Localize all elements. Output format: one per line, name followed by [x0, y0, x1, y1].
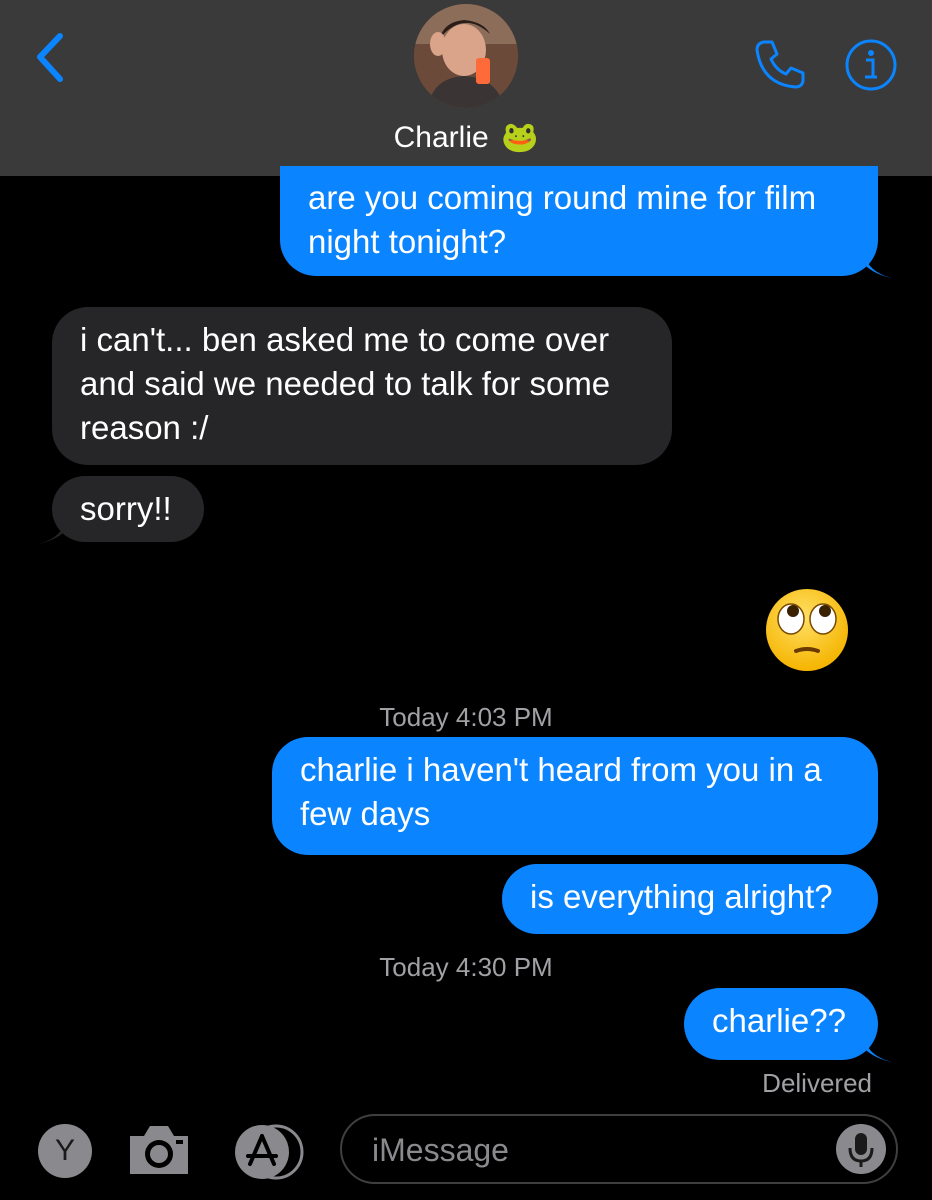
message-text: charlie?? [712, 1002, 846, 1039]
message-text: i can't... ben asked me to come over and… [80, 321, 611, 446]
message-text: sorry!! [80, 490, 172, 527]
bubble-tail [862, 1032, 892, 1062]
contact-avatar[interactable] [414, 4, 518, 108]
conversation-header: Charlie 🐸 [0, 0, 932, 176]
message-text: charlie i haven't heard from you in a fe… [300, 751, 822, 832]
incoming-message[interactable]: sorry!! [38, 476, 204, 544]
contact-name-text: Charlie [393, 121, 489, 154]
frog-emoji: 🐸 [501, 121, 539, 154]
app-store-icon[interactable] [232, 1124, 310, 1180]
bubble-tail [38, 514, 68, 544]
back-chevron-icon[interactable] [30, 30, 70, 85]
timestamp: Today 4:30 PM [379, 952, 553, 982]
message-text: is everything alright? [530, 878, 833, 915]
microphone-icon[interactable] [836, 1124, 886, 1174]
y-app-button[interactable]: Y [38, 1124, 92, 1178]
message-text: are you coming round mine for film night… [308, 179, 817, 260]
phone-icon[interactable] [752, 36, 808, 92]
bubble-tail [862, 248, 892, 278]
delivery-status: Delivered [762, 1068, 872, 1098]
message-input[interactable]: iMessage [340, 1114, 898, 1184]
info-icon[interactable] [844, 38, 898, 92]
incoming-message[interactable]: i can't... ben asked me to come over and… [52, 307, 672, 465]
outgoing-message[interactable]: charlie i haven't heard from you in a fe… [272, 737, 878, 855]
face-with-rolling-eyes-icon[interactable] [764, 587, 850, 673]
message-input-placeholder: iMessage [372, 1132, 509, 1168]
camera-icon[interactable] [126, 1122, 192, 1178]
contact-name[interactable]: Charlie 🐸 [0, 120, 932, 155]
timestamp: Today 4:03 PM [379, 702, 553, 732]
outgoing-message[interactable]: charlie?? [684, 988, 892, 1062]
outgoing-message[interactable]: are you coming round mine for film night… [280, 166, 892, 278]
outgoing-message[interactable]: is everything alright? [502, 864, 878, 934]
